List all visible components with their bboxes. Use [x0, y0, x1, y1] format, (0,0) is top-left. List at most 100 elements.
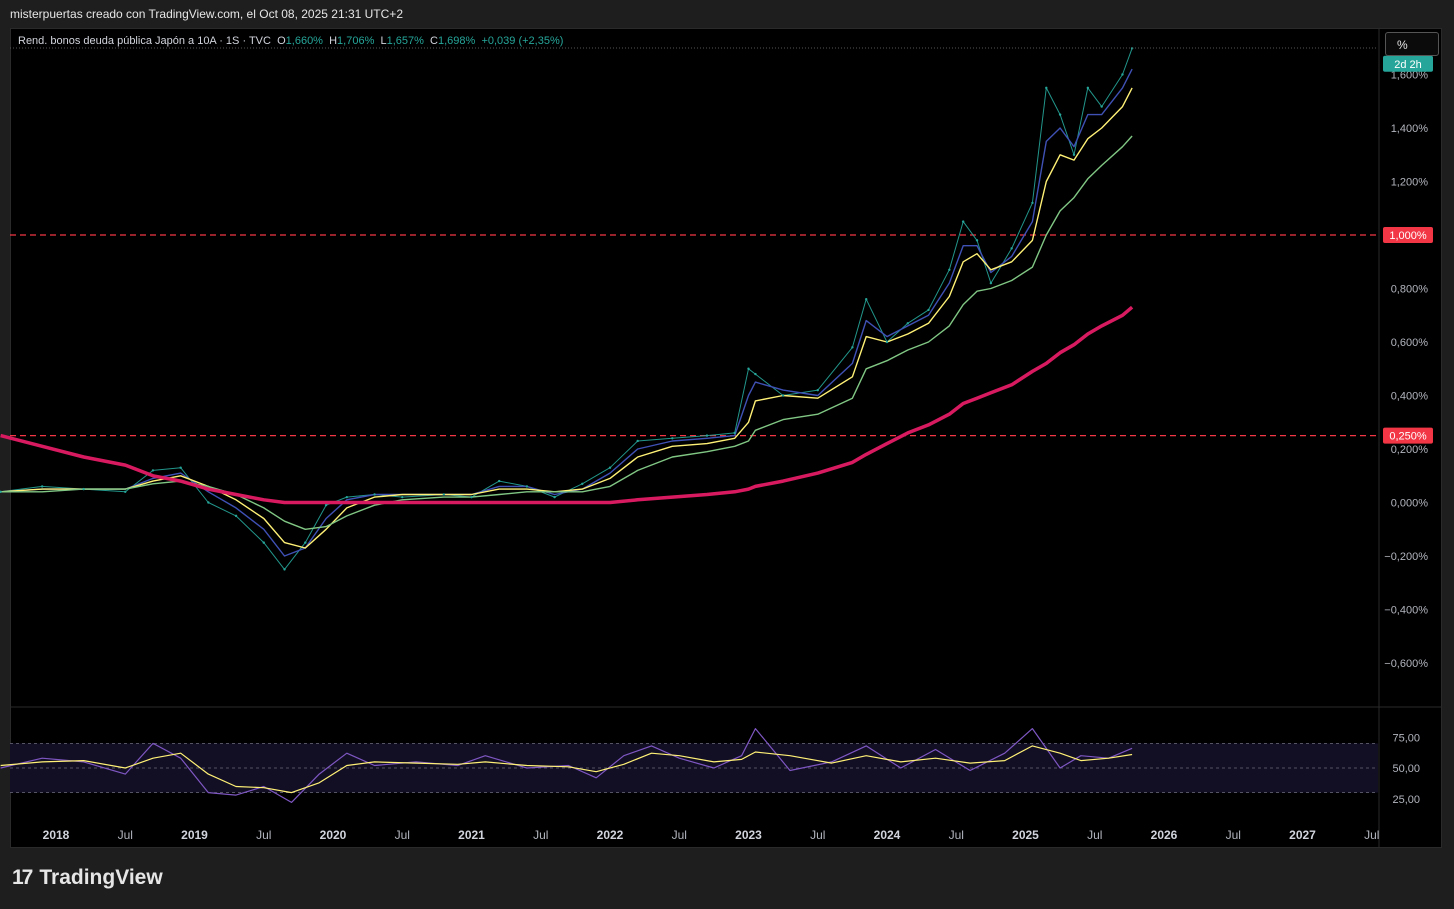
brand-name: TradingView — [39, 866, 163, 889]
price-point — [498, 479, 501, 483]
low-value: 1,657% — [386, 35, 424, 47]
price-point — [151, 469, 155, 472]
price-point — [1058, 113, 1062, 116]
high-label: H — [329, 35, 338, 47]
close-value: 1,698% — [438, 35, 476, 47]
price-point — [207, 501, 210, 504]
open-value: 1,660% — [285, 35, 323, 47]
x-tick-label: 2019 — [181, 828, 208, 842]
y-tick-label: 0,400% — [1391, 391, 1429, 403]
price-point — [1100, 105, 1103, 108]
x-tick-label: 2024 — [874, 828, 901, 842]
x-tick-label: 2027 — [1289, 828, 1316, 842]
price-point — [1072, 153, 1076, 156]
x-tick-label: 2021 — [458, 828, 485, 842]
price-point — [636, 439, 639, 443]
price-badge-label: 0,250% — [1389, 431, 1427, 443]
price-point — [581, 482, 584, 485]
price-point — [961, 220, 965, 223]
price-point — [82, 487, 85, 491]
x-tick-label: Jul — [395, 828, 410, 842]
series-line — [0, 68, 1133, 557]
price-point — [401, 495, 404, 499]
price-point — [470, 495, 473, 499]
y-tick-label: −0,400% — [1384, 605, 1428, 617]
tradingview-brand: 17 TradingView — [12, 866, 163, 890]
y-tick-label: 1,400% — [1391, 123, 1429, 135]
x-tick-label: 2018 — [43, 828, 70, 842]
price-point — [40, 485, 44, 488]
y-tick-label: −0,200% — [1384, 551, 1428, 563]
price-point — [781, 394, 785, 397]
rsi-y-tick-label: 25,00 — [1392, 794, 1420, 806]
x-tick-label: Jul — [256, 828, 271, 842]
x-tick-label: 2023 — [735, 828, 762, 842]
x-tick-label: Jul — [1364, 828, 1379, 842]
series-line — [0, 135, 1133, 530]
price-point — [754, 372, 757, 376]
price-point — [816, 388, 819, 392]
change-value: +0,039 (+2,35%) — [481, 35, 564, 47]
price-point — [865, 298, 868, 301]
price-point — [1086, 86, 1090, 90]
price-point — [1031, 201, 1034, 205]
price-point — [262, 541, 265, 544]
x-tick-label: Jul — [533, 828, 548, 842]
symbol-legend: Rend. bonos deuda pública Japón a 10A · … — [18, 35, 563, 47]
x-tick-label: Jul — [949, 828, 964, 842]
chart-svg[interactable]: 1,600%1,400%1,200%0,800%0,600%0,400%0,20… — [0, 0, 1454, 909]
price-point — [927, 308, 930, 312]
price-point — [234, 514, 238, 518]
price-point — [948, 268, 951, 271]
y-tick-label: 0,000% — [1391, 498, 1429, 510]
x-tick-label: Jul — [672, 828, 687, 842]
y-tick-label: 0,600% — [1391, 337, 1429, 349]
x-tick-label: 2022 — [597, 828, 624, 842]
y-tick-label: −0,600% — [1384, 658, 1428, 670]
price-point — [1010, 247, 1013, 250]
close-label: C — [430, 35, 438, 47]
open-label: O — [277, 35, 286, 47]
price-point — [1121, 73, 1124, 76]
price-badge-label: 1,000% — [1389, 230, 1427, 242]
y-tick-label: 1,200% — [1391, 177, 1429, 189]
x-tick-label: 2020 — [320, 828, 347, 842]
price-point — [0, 490, 2, 493]
price-point — [705, 434, 709, 437]
price-point — [324, 503, 328, 507]
price-point — [525, 485, 529, 488]
price-point — [442, 493, 445, 496]
price-point — [851, 346, 854, 349]
price-point — [179, 466, 182, 469]
price-badge-label: 2d 2h — [1394, 59, 1422, 71]
x-tick-label: 2026 — [1151, 828, 1178, 842]
y-tick-label: 0,200% — [1391, 444, 1429, 456]
tradingview-logo-icon: 17 — [12, 866, 33, 889]
price-point — [553, 495, 556, 499]
x-tick-label: Jul — [1087, 828, 1102, 842]
x-tick-label: Jul — [118, 828, 133, 842]
rsi-y-tick-label: 75,00 — [1392, 732, 1420, 744]
price-point — [906, 322, 909, 325]
price-point — [733, 431, 736, 435]
y-tick-label: 0,800% — [1391, 284, 1429, 296]
price-point — [989, 281, 993, 285]
price-point — [885, 340, 889, 344]
price-point — [1045, 86, 1048, 90]
x-tick-label: 2025 — [1012, 828, 1039, 842]
price-point — [304, 541, 307, 544]
x-tick-label: Jul — [810, 828, 825, 842]
price-point — [747, 367, 750, 370]
price-point — [373, 493, 376, 496]
x-tick-label: Jul — [1226, 828, 1241, 842]
series-line — [0, 305, 1134, 505]
price-point — [283, 568, 286, 571]
high-value: 1,706% — [337, 35, 375, 47]
price-point — [345, 495, 349, 499]
price-point — [975, 239, 979, 242]
symbol-name[interactable]: Rend. bonos deuda pública Japón a 10A · … — [18, 35, 271, 47]
percent-scale-button[interactable]: % — [1385, 32, 1439, 56]
price-point — [608, 466, 612, 469]
price-point — [124, 490, 127, 493]
rsi-y-tick-label: 50,00 — [1392, 763, 1420, 775]
